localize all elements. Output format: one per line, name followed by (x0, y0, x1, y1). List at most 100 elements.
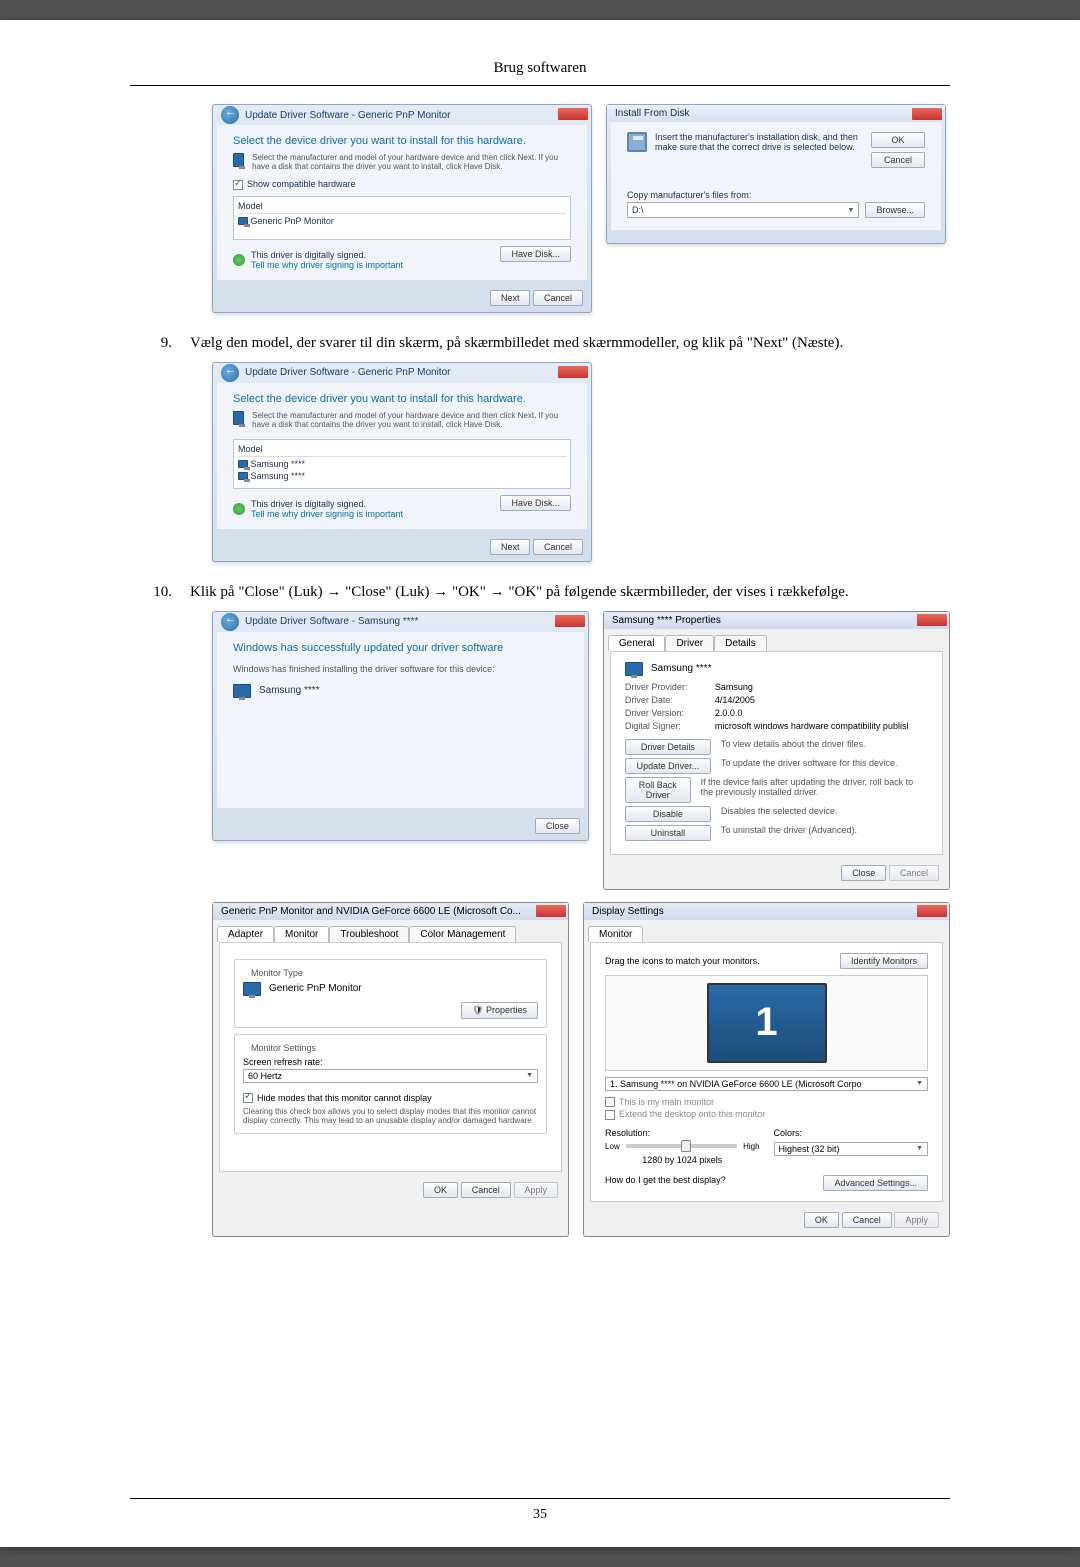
extend-desktop-label: Extend the desktop onto this monitor (619, 1109, 765, 1119)
step-number: 10. (130, 582, 190, 603)
hide-modes-desc: Clearing this check box allows you to se… (243, 1107, 538, 1125)
model-item[interactable]: Samsung **** (251, 459, 306, 469)
wizard-heading: Select the device driver you want to ins… (233, 135, 571, 147)
disable-button[interactable]: Disable (625, 806, 711, 822)
hide-modes-checkbox[interactable] (243, 1093, 253, 1103)
cancel-button[interactable]: Cancel (533, 290, 583, 306)
ok-button[interactable]: OK (871, 132, 925, 148)
colors-combo[interactable]: Highest (32 bit)▼ (774, 1142, 928, 1156)
monitor-icon (233, 411, 244, 425)
monitor-arrangement[interactable]: 1 (605, 975, 928, 1071)
tab-troubleshoot[interactable]: Troubleshoot (329, 926, 409, 942)
tab-general[interactable]: General (608, 635, 666, 651)
monitor-name: Generic PnP Monitor (269, 983, 362, 994)
model-item[interactable]: Generic PnP Monitor (251, 216, 334, 226)
slider-low: Low (605, 1142, 620, 1151)
close-icon[interactable] (558, 366, 588, 378)
cancel-button[interactable]: Cancel (533, 539, 583, 555)
screenshot-monitor-tab: Generic PnP Monitor and NVIDIA GeForce 6… (212, 902, 569, 1237)
desc: If the device fails after updating the d… (701, 777, 928, 803)
chevron-down-icon: ▼ (848, 207, 855, 214)
uninstall-button[interactable]: Uninstall (625, 825, 711, 841)
next-button[interactable]: Next (490, 290, 531, 306)
close-button[interactable]: Close (535, 818, 580, 834)
ok-button[interactable]: OK (423, 1182, 458, 1198)
advanced-settings-button[interactable]: Advanced Settings... (823, 1175, 928, 1191)
desc: To uninstall the driver (Advanced). (721, 825, 857, 841)
close-icon[interactable] (912, 108, 942, 120)
success-heading: Windows has successfully updated your dr… (233, 642, 568, 654)
window-title: Samsung **** Properties (604, 612, 949, 629)
monitor-icon (238, 472, 248, 480)
driver-details-button[interactable]: Driver Details (625, 739, 711, 755)
rollback-driver-button[interactable]: Roll Back Driver (625, 777, 691, 803)
monitor-icon (243, 982, 261, 996)
column-header: Model (238, 444, 566, 457)
close-icon[interactable] (917, 614, 947, 626)
signing-link[interactable]: Tell me why driver signing is important (251, 509, 403, 519)
show-compatible-checkbox[interactable] (233, 180, 243, 190)
hide-modes-label: Hide modes that this monitor cannot disp… (257, 1093, 432, 1103)
best-display-link[interactable]: How do I get the best display? (605, 1175, 726, 1191)
tab-color-management[interactable]: Color Management (409, 926, 516, 942)
apply-button[interactable]: Apply (894, 1212, 939, 1228)
screenshot-display-settings: Display Settings Monitor Drag the icons … (583, 902, 950, 1237)
browse-button[interactable]: Browse... (865, 202, 925, 218)
tab-adapter[interactable]: Adapter (217, 926, 274, 942)
close-icon[interactable] (558, 108, 588, 120)
cancel-button[interactable]: Cancel (889, 865, 939, 881)
drag-icons-label: Drag the icons to match your monitors. (605, 956, 760, 966)
tab-details[interactable]: Details (714, 635, 767, 651)
window-title: Generic PnP Monitor and NVIDIA GeForce 6… (213, 903, 568, 920)
monitor-icon (238, 460, 248, 468)
monitor-properties-button[interactable]: 🛡 Properties (461, 1002, 538, 1019)
breadcrumb: Update Driver Software - Samsung **** (245, 616, 418, 627)
tab-monitor[interactable]: Monitor (588, 926, 643, 942)
tab-driver[interactable]: Driver (665, 635, 714, 651)
step-text: Klik på "Close" (Luk) → "Close" (Luk) → … (190, 582, 950, 603)
next-button[interactable]: Next (490, 539, 531, 555)
monitor-1-icon[interactable]: 1 (707, 983, 827, 1063)
monitor-icon (233, 684, 251, 698)
model-list[interactable]: Model Generic PnP Monitor (233, 196, 571, 240)
column-header: Model (238, 201, 566, 214)
signing-link[interactable]: Tell me why driver signing is important (251, 260, 403, 270)
ok-button[interactable]: OK (804, 1212, 839, 1228)
monitor-icon (233, 153, 244, 167)
label: Driver Provider: (625, 682, 715, 692)
close-icon[interactable] (917, 905, 947, 917)
breadcrumb: Update Driver Software - Generic PnP Mon… (245, 110, 450, 121)
cancel-button[interactable]: Cancel (461, 1182, 511, 1198)
chevron-down-icon: ▼ (526, 1072, 533, 1079)
main-monitor-label: This is my main monitor (619, 1097, 714, 1107)
label: Driver Version: (625, 708, 715, 718)
have-disk-button[interactable]: Have Disk... (500, 246, 571, 262)
cancel-button[interactable]: Cancel (842, 1212, 892, 1228)
screenshot-install-from-disk: Install From Disk Insert the manufacture… (606, 104, 946, 244)
back-icon[interactable] (221, 613, 239, 631)
back-icon[interactable] (221, 364, 239, 382)
back-icon[interactable] (221, 106, 239, 124)
resolution-slider[interactable] (626, 1144, 737, 1148)
close-icon[interactable] (536, 905, 566, 917)
model-list[interactable]: Model Samsung **** Samsung **** (233, 439, 571, 489)
identify-monitors-button[interactable]: Identify Monitors (840, 953, 928, 969)
slider-high: High (743, 1142, 759, 1151)
close-icon[interactable] (555, 615, 585, 627)
floppy-icon (627, 132, 647, 152)
refresh-rate-combo[interactable]: 60 Hertz▼ (243, 1069, 538, 1083)
close-button[interactable]: Close (841, 865, 886, 881)
desc: To view details about the driver files. (721, 739, 866, 755)
apply-button[interactable]: Apply (514, 1182, 559, 1198)
value: microsoft windows hardware compatibility… (715, 721, 909, 731)
model-item[interactable]: Samsung **** (251, 471, 306, 481)
resolution-value: 1280 by 1024 pixels (605, 1155, 759, 1165)
step-text: Vælg den model, der svarer til din skærm… (190, 333, 950, 354)
have-disk-button[interactable]: Have Disk... (500, 495, 571, 511)
path-combo[interactable]: D:\▼ (627, 202, 859, 218)
footer-rule (130, 1498, 950, 1499)
update-driver-button[interactable]: Update Driver... (625, 758, 711, 774)
tab-monitor[interactable]: Monitor (274, 926, 329, 942)
cancel-button[interactable]: Cancel (871, 152, 925, 168)
monitor-select-combo[interactable]: 1. Samsung **** on NVIDIA GeForce 6600 L… (605, 1077, 928, 1091)
